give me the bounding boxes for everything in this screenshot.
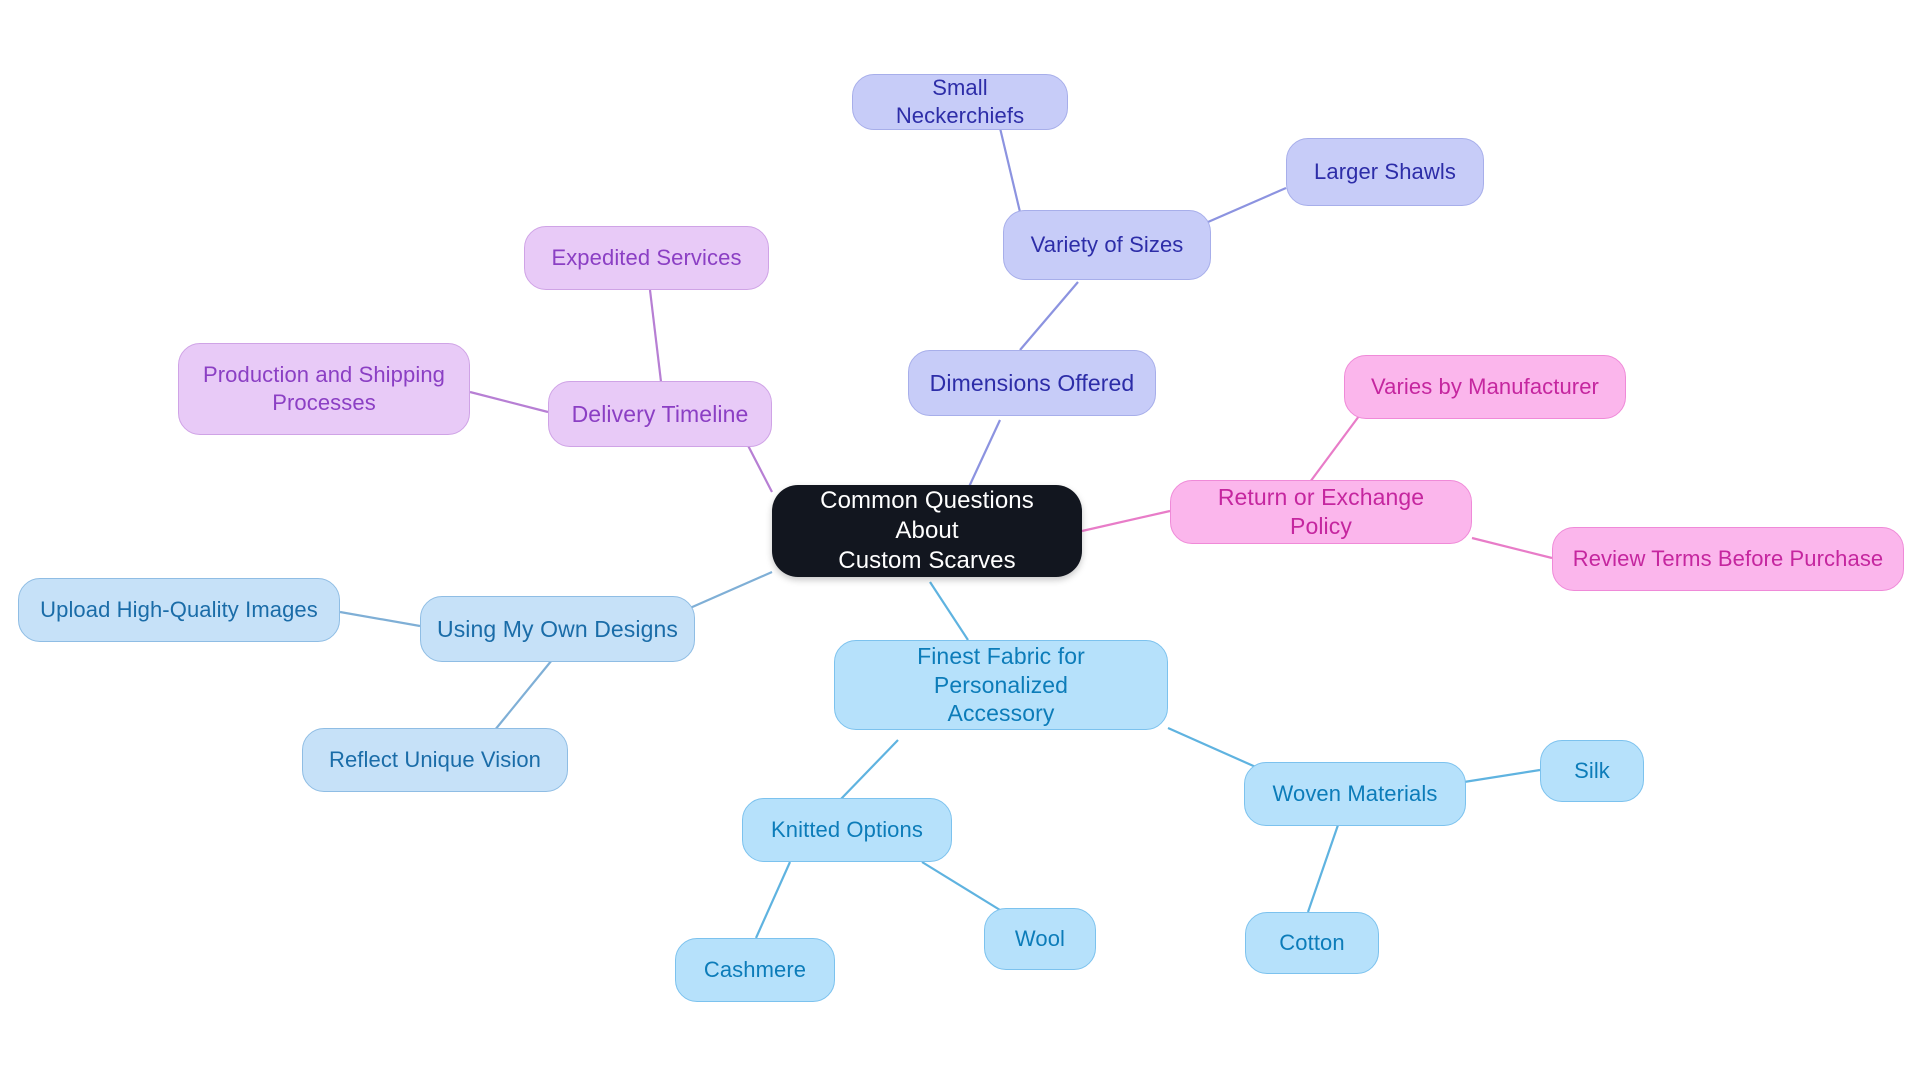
node-cotton[interactable]: Cotton [1245,912,1379,974]
edge-variety-of-sizes-larger-shawls [1207,186,1287,224]
node-larger-shawls-label: Larger Shawls [1314,159,1456,185]
node-knitted-options[interactable]: Knitted Options [742,798,952,862]
node-silk[interactable]: Silk [1540,740,1644,802]
node-return-exchange-policy[interactable]: Return or Exchange Policy [1170,480,1472,544]
node-review-terms[interactable]: Review Terms Before Purchase [1552,527,1904,591]
node-woven-materials[interactable]: Woven Materials [1244,762,1466,826]
edge-return-exchange-review-terms [1471,536,1553,560]
node-larger-shawls[interactable]: Larger Shawls [1286,138,1484,206]
node-production-shipping-label: Production and Shipping Processes [202,362,446,415]
edge-root-dimensions-offered [967,419,1001,490]
node-expedited-services-label: Expedited Services [551,245,742,271]
node-variety-of-sizes-label: Variety of Sizes [1030,232,1184,258]
node-root-label: Common Questions About Custom Scarves [820,486,1034,575]
node-cashmere-label: Cashmere [703,957,807,983]
mindmap-canvas: Common Questions About Custom Scarves Di… [0,0,1920,1083]
node-root[interactable]: Common Questions About Custom Scarves [772,485,1082,577]
node-small-neckerchiefs[interactable]: Small Neckerchiefs [852,74,1068,130]
node-wool[interactable]: Wool [984,908,1096,970]
edge-variety-of-sizes-small-neckerchiefs [998,127,1022,213]
node-finest-fabric[interactable]: Finest Fabric for Personalized Accessory [834,640,1168,730]
edge-delivery-timeline-expedited-services [648,289,664,391]
edge-return-exchange-varies-by-manufacturer [1309,411,1363,483]
edge-knitted-options-cashmere [754,861,792,939]
edge-own-designs-upload-images [339,610,421,628]
node-own-designs[interactable]: Using My Own Designs [420,596,695,662]
node-return-exchange-policy-label: Return or Exchange Policy [1217,484,1425,539]
node-finest-fabric-label: Finest Fabric for Personalized Accessory [917,642,1085,727]
edge-own-designs-reflect-vision [489,659,553,737]
node-reflect-vision-label: Reflect Unique Vision [328,747,542,773]
node-varies-by-manufacturer-label: Varies by Manufacturer [1370,374,1599,400]
node-woven-materials-label: Woven Materials [1272,781,1438,807]
node-delivery-timeline-label: Delivery Timeline [571,400,749,427]
node-varies-by-manufacturer[interactable]: Varies by Manufacturer [1344,355,1626,419]
node-wool-label: Wool [1014,926,1066,952]
node-dimensions-offered-label: Dimensions Offered [929,369,1135,396]
node-upload-images[interactable]: Upload High-Quality Images [18,578,340,642]
edge-knitted-options-wool [921,861,1001,911]
edge-dimensions-offered-variety-of-sizes [1019,281,1079,351]
edge-root-return-exchange-policy [1081,509,1171,533]
edge-delivery-timeline-production-shipping [469,390,549,414]
edge-finest-fabric-knitted-options [839,739,899,801]
edge-woven-materials-silk [1463,768,1541,784]
edge-root-own-designs [689,570,773,610]
node-production-shipping[interactable]: Production and Shipping Processes [178,343,470,435]
node-expedited-services[interactable]: Expedited Services [524,226,769,290]
node-dimensions-offered[interactable]: Dimensions Offered [908,350,1156,416]
node-delivery-timeline[interactable]: Delivery Timeline [548,381,772,447]
node-own-designs-label: Using My Own Designs [436,615,679,642]
node-cotton-label: Cotton [1279,930,1345,956]
node-variety-of-sizes[interactable]: Variety of Sizes [1003,210,1211,280]
node-small-neckerchiefs-label: Small Neckerchiefs [895,75,1025,128]
node-review-terms-label: Review Terms Before Purchase [1572,546,1884,572]
node-upload-images-label: Upload High-Quality Images [40,597,318,623]
edge-finest-fabric-woven-materials [1167,726,1259,770]
node-reflect-vision[interactable]: Reflect Unique Vision [302,728,568,792]
node-silk-label: Silk [1574,758,1610,784]
edge-root-finest-fabric [929,581,969,641]
node-cashmere[interactable]: Cashmere [675,938,835,1002]
node-knitted-options-label: Knitted Options [771,817,923,843]
edge-woven-materials-cotton [1306,824,1340,913]
